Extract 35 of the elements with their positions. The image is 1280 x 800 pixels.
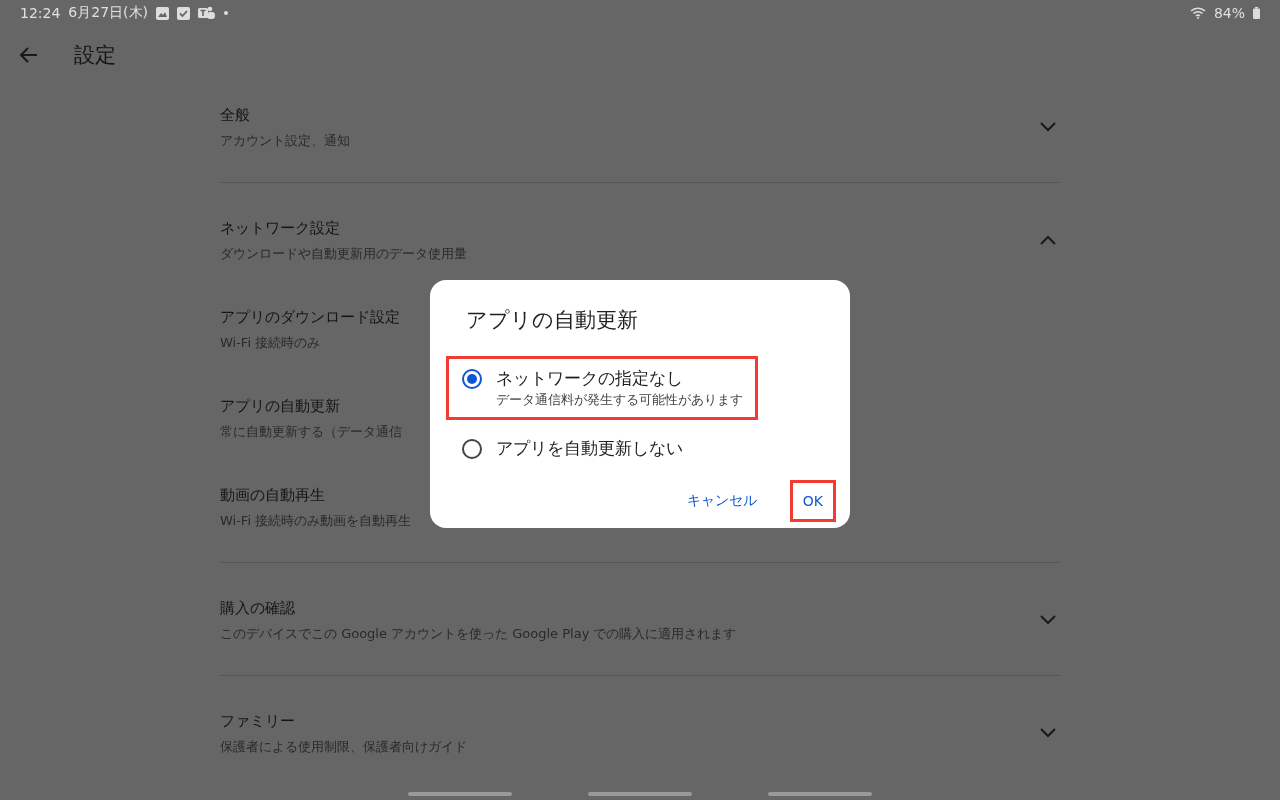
page-title: 設定 — [74, 42, 116, 69]
radio-option[interactable]: アプリを自動更新しない — [446, 426, 698, 471]
radio-button[interactable] — [462, 369, 482, 389]
chevron-up-icon[interactable] — [1040, 235, 1056, 245]
chevron-down-icon[interactable] — [1040, 615, 1056, 625]
section-title[interactable]: 全般 — [220, 104, 250, 126]
checkbox-icon — [177, 6, 190, 20]
nav-handle[interactable] — [768, 792, 872, 796]
chevron-down-icon[interactable] — [1040, 728, 1056, 738]
radio-button[interactable] — [462, 439, 482, 459]
highlighted-option[interactable]: ネットワークの指定なし データ通信料が発生する可能性があります — [446, 356, 758, 420]
people-icon — [198, 6, 216, 20]
setting-title[interactable]: アプリの自動更新 — [220, 395, 340, 417]
dot-icon — [224, 11, 228, 15]
nav-handle[interactable] — [588, 792, 692, 796]
nav-handle[interactable] — [408, 792, 512, 796]
dialog-title: アプリの自動更新 — [466, 307, 638, 334]
cancel-button[interactable]: キャンセル — [673, 479, 770, 523]
option-label: ネットワークの指定なし — [496, 367, 683, 390]
section-title[interactable]: ファミリー — [220, 710, 295, 732]
chevron-down-icon[interactable] — [1040, 122, 1056, 132]
image-icon — [156, 6, 169, 20]
battery-icon — [1253, 7, 1260, 19]
back-arrow-icon[interactable] — [20, 47, 38, 63]
option-description: データ通信料が発生する可能性があります — [496, 392, 743, 409]
status-date: 6月27日(木) — [68, 4, 148, 22]
ok-button[interactable]: OK — [789, 480, 836, 522]
battery-percent: 84% — [1213, 5, 1245, 21]
section-title[interactable]: 購入の確認 — [220, 597, 295, 619]
section-title[interactable]: ネットワーク設定 — [220, 217, 340, 239]
setting-title[interactable]: 動画の自動再生 — [220, 484, 325, 506]
setting-title[interactable]: アプリのダウンロード設定 — [220, 306, 400, 328]
option-label: アプリを自動更新しない — [496, 437, 683, 460]
wifi-icon — [1189, 7, 1206, 19]
status-time: 12:24 — [20, 5, 61, 21]
